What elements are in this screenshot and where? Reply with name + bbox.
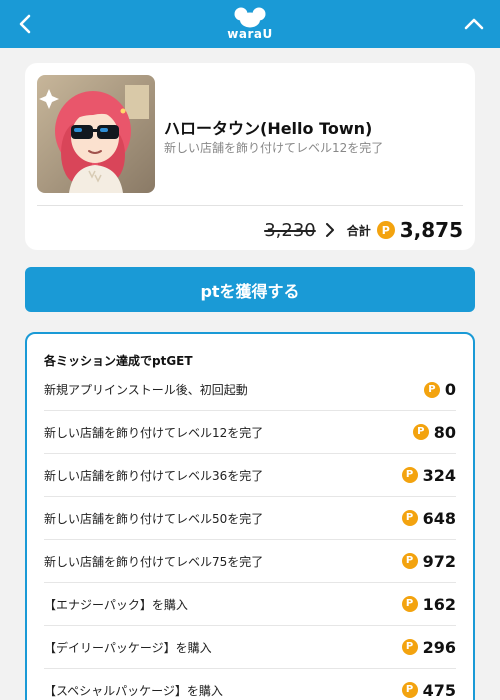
mission-row: 新しい店舗を飾り付けてレベル75を完了 P 972: [44, 540, 456, 583]
mission-points: P 324: [401, 465, 456, 485]
old-points: 3,230: [264, 219, 316, 241]
mission-row: 【デイリーパッケージ】を購入 P 296: [44, 626, 456, 669]
mission-points: P 296: [401, 637, 456, 657]
mission-points-value: 648: [422, 508, 456, 528]
get-points-button[interactable]: ptを獲得する: [25, 267, 475, 312]
mission-points-value: 324: [422, 465, 456, 485]
logo-text: waraU: [227, 27, 273, 41]
mission-label: 新しい店舗を飾り付けてレベル36を完了: [44, 468, 264, 483]
total-label: 合計: [346, 223, 371, 238]
total-points: 3,875: [399, 218, 463, 242]
mission-label: 新規アプリインストール後、初回起動: [44, 383, 248, 397]
logo-mark-icon: [234, 7, 266, 28]
mission-points-value: 972: [422, 551, 456, 571]
mission-row: 新しい店舗を飾り付けてレベル12を完了 P 80: [44, 411, 456, 454]
missions-panel: 各ミッション達成でptGET 新規アプリインストール後、初回起動 P 0 新しい…: [25, 332, 475, 700]
points-summary: 3,230 合計 P 3,875: [264, 217, 463, 243]
point-coin-icon: P: [401, 596, 418, 612]
app-title: ハロータウン(Hello Town): [164, 119, 373, 138]
app-icon-image: [37, 75, 155, 193]
waraU-logo: waraU: [226, 6, 274, 44]
point-coin-icon: P: [412, 424, 429, 440]
point-coin-icon: P: [401, 682, 418, 698]
app-subtitle: 新しい店舗を飾り付けてレベル12を完了: [164, 141, 384, 155]
mission-points: P 648: [401, 508, 456, 528]
mission-row: 新しい店舗を飾り付けてレベル50を完了 P 648: [44, 497, 456, 540]
card-divider: [37, 205, 463, 206]
chevron-right-icon: [325, 223, 334, 237]
mission-label: 【エナジーパック】を購入: [44, 597, 188, 612]
mission-row: 【エナジーパック】を購入 P 162: [44, 583, 456, 626]
mission-points-value: 80: [433, 422, 456, 442]
point-coin-icon: P: [401, 510, 418, 526]
chevron-left-icon[interactable]: [14, 12, 38, 36]
mission-points-value: 0: [444, 380, 456, 399]
point-coin-icon: P: [423, 381, 440, 398]
missions-heading: 各ミッション達成でptGET: [44, 354, 193, 368]
mission-points: P 80: [412, 422, 456, 442]
mission-points-value: 475: [422, 680, 456, 700]
app-info-card: ハロータウン(Hello Town) 新しい店舗を飾り付けてレベル12を完了 3…: [25, 63, 475, 250]
mission-points-value: 296: [422, 637, 456, 657]
chevron-up-icon[interactable]: [462, 12, 486, 36]
point-coin-icon: P: [376, 221, 395, 239]
mission-row: 新しい店舗を飾り付けてレベル36を完了 P 324: [44, 454, 456, 497]
app-header: waraU: [0, 0, 500, 48]
mission-points-value: 162: [422, 594, 456, 614]
mission-label: 【スペシャルパッケージ】を購入: [44, 683, 223, 698]
mission-label: 新しい店舗を飾り付けてレベル50を完了: [44, 511, 264, 526]
mission-label: 新しい店舗を飾り付けてレベル12を完了: [44, 425, 264, 440]
point-coin-icon: P: [401, 639, 418, 655]
point-coin-icon: P: [401, 467, 418, 483]
mission-list: 新規アプリインストール後、初回起動 P 0 新しい店舗を飾り付けてレベル12を完…: [44, 369, 456, 700]
mission-points: P 972: [401, 551, 456, 571]
mission-label: 【デイリーパッケージ】を購入: [44, 640, 212, 655]
mission-points: P 162: [401, 594, 456, 614]
mission-points: P 0: [423, 380, 456, 399]
mission-points: P 475: [401, 680, 456, 700]
mission-row: 新規アプリインストール後、初回起動 P 0: [44, 369, 456, 411]
point-coin-icon: P: [401, 553, 418, 569]
mission-row: 【スペシャルパッケージ】を購入 P 475: [44, 669, 456, 700]
mission-label: 新しい店舗を飾り付けてレベル75を完了: [44, 554, 264, 569]
app-icon: [37, 75, 155, 193]
